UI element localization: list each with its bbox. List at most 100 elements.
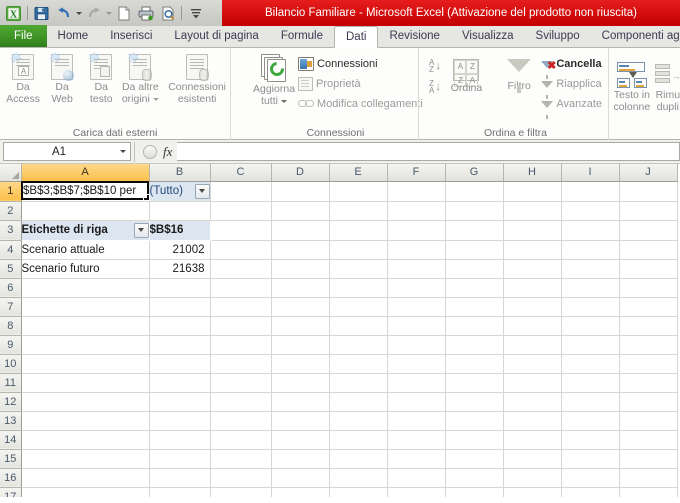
cell-d2[interactable] (271, 201, 330, 221)
tab-formule[interactable]: Formule (270, 25, 334, 47)
sort-ascending-button[interactable]: A Z ↓ (429, 59, 441, 74)
cell-e3[interactable] (329, 220, 388, 241)
modifica-collegamenti-button[interactable]: Modifica collegamenti (296, 94, 425, 114)
row-header-12[interactable]: 12 (0, 392, 22, 412)
cell-c11[interactable] (210, 373, 272, 393)
cell-b11[interactable] (149, 373, 211, 393)
column-header-d[interactable]: D (271, 164, 330, 182)
cell-g5[interactable] (445, 259, 504, 279)
cell-b3[interactable]: $B$16 (149, 220, 211, 241)
customize-qat-icon[interactable] (185, 3, 206, 23)
cell-g2[interactable] (445, 201, 504, 221)
cell-j9[interactable] (619, 335, 678, 355)
cell-a3[interactable]: Etichette di riga (21, 220, 150, 241)
cell-d17[interactable] (271, 487, 330, 497)
tab-componenti-aggiuntivi[interactable]: Componenti ag (591, 25, 680, 47)
cell-g9[interactable] (445, 335, 504, 355)
cell-i2[interactable] (561, 201, 620, 221)
row-header-4[interactable]: 4 (0, 240, 22, 260)
cell-h7[interactable] (503, 297, 562, 317)
testo-in-colonne-button[interactable]: Testo in colonne (613, 59, 651, 113)
cell-h6[interactable] (503, 278, 562, 298)
cell-a2[interactable] (21, 201, 150, 221)
cell-d10[interactable] (271, 354, 330, 374)
report-filter-dropdown-button[interactable] (194, 183, 209, 199)
ordina-button[interactable]: AZZA Ordina (442, 51, 491, 95)
cell-d6[interactable] (271, 278, 330, 298)
formula-input[interactable] (177, 142, 680, 161)
undo-icon[interactable] (53, 3, 74, 23)
cell-j8[interactable] (619, 316, 678, 336)
tab-revisione[interactable]: Revisione (378, 25, 451, 47)
aggiorna-tutti-button[interactable]: Aggiorna tutti (253, 51, 295, 107)
cell-j7[interactable] (619, 297, 678, 317)
cell-a11[interactable] (21, 373, 150, 393)
cell-c14[interactable] (210, 430, 272, 450)
cell-a13[interactable] (21, 411, 150, 431)
cell-f7[interactable] (387, 297, 446, 317)
da-web-button[interactable]: Da Web (43, 51, 81, 105)
cell-c12[interactable] (210, 392, 272, 412)
row-header-14[interactable]: 14 (0, 430, 22, 450)
cell-h12[interactable] (503, 392, 562, 412)
cell-d13[interactable] (271, 411, 330, 431)
cell-d11[interactable] (271, 373, 330, 393)
cell-d8[interactable] (271, 316, 330, 336)
cell-e16[interactable] (329, 468, 388, 488)
cell-h9[interactable] (503, 335, 562, 355)
cell-g7[interactable] (445, 297, 504, 317)
cell-i14[interactable] (561, 430, 620, 450)
cell-h14[interactable] (503, 430, 562, 450)
cell-j6[interactable] (619, 278, 678, 298)
column-header-e[interactable]: E (329, 164, 388, 182)
cell-b16[interactable] (149, 468, 211, 488)
cell-a6[interactable] (21, 278, 150, 298)
cell-a17[interactable] (21, 487, 150, 497)
row-labels-filter-button[interactable] (133, 222, 148, 238)
cell-h10[interactable] (503, 354, 562, 374)
cell-e8[interactable] (329, 316, 388, 336)
cell-a12[interactable] (21, 392, 150, 412)
cell-d5[interactable] (271, 259, 330, 279)
cell-j13[interactable] (619, 411, 678, 431)
excel-logo-icon[interactable]: X (3, 3, 24, 23)
cell-e17[interactable] (329, 487, 388, 497)
row-header-15[interactable]: 15 (0, 449, 22, 469)
cell-c15[interactable] (210, 449, 272, 469)
cell-j11[interactable] (619, 373, 678, 393)
cell-a4[interactable]: Scenario attuale (21, 240, 150, 260)
cell-g8[interactable] (445, 316, 504, 336)
cell-b17[interactable] (149, 487, 211, 497)
column-header-g[interactable]: G (445, 164, 504, 182)
cell-c13[interactable] (210, 411, 272, 431)
cell-e7[interactable] (329, 297, 388, 317)
cell-d4[interactable] (271, 240, 330, 260)
cancel-icon[interactable] (143, 144, 157, 159)
cell-i15[interactable] (561, 449, 620, 469)
cell-f14[interactable] (387, 430, 446, 450)
cell-i1[interactable] (561, 181, 620, 202)
tab-sviluppo[interactable]: Sviluppo (525, 25, 591, 47)
cell-h13[interactable] (503, 411, 562, 431)
column-header-h[interactable]: H (503, 164, 562, 182)
row-header-3[interactable]: 3 (0, 220, 22, 241)
cell-h4[interactable] (503, 240, 562, 260)
cell-f16[interactable] (387, 468, 446, 488)
column-header-b[interactable]: B (149, 164, 211, 182)
cell-i9[interactable] (561, 335, 620, 355)
cell-h5[interactable] (503, 259, 562, 279)
cell-h3[interactable] (503, 220, 562, 241)
cell-b7[interactable] (149, 297, 211, 317)
cell-e2[interactable] (329, 201, 388, 221)
cell-a9[interactable] (21, 335, 150, 355)
cell-f9[interactable] (387, 335, 446, 355)
cell-j15[interactable] (619, 449, 678, 469)
quick-access-toolbar[interactable]: X (0, 3, 206, 23)
cell-f8[interactable] (387, 316, 446, 336)
cell-e10[interactable] (329, 354, 388, 374)
cell-e12[interactable] (329, 392, 388, 412)
cell-h11[interactable] (503, 373, 562, 393)
cell-g4[interactable] (445, 240, 504, 260)
avanzate-button[interactable]: Avanzate (539, 94, 604, 119)
name-box-dropdown-icon[interactable] (114, 150, 130, 153)
